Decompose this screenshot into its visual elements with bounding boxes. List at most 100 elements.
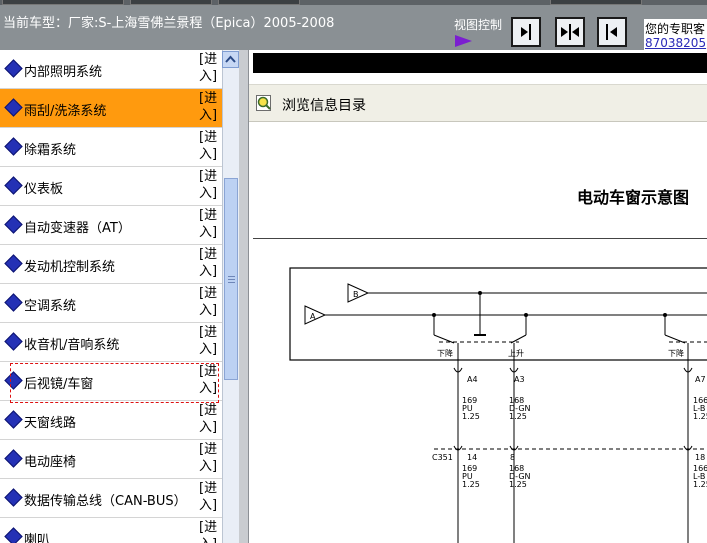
diamond-bullet-icon — [4, 527, 23, 543]
connector-a-label: A — [310, 312, 316, 321]
pin-label: A4 — [467, 375, 478, 384]
power-window-wiring-diagram: B A 下降 上升 下降 A4 A3 A7 169 PU 1.25 168 D-… — [289, 267, 707, 543]
top-header: 当前车型：厂家:S-上海雪佛兰景程（Epica）2005-2008 视图控制 您… — [0, 0, 707, 50]
diamond-bullet-icon — [4, 410, 23, 429]
wire-gauge: 1.25 — [462, 412, 480, 421]
contact-panel: 您的专职客 87038205 — [644, 19, 707, 50]
sidebar-item-label: 空调系统 — [24, 299, 77, 314]
sidebar-item[interactable]: 自动变速器（AT） [进 入] — [0, 206, 222, 245]
scroll-thumb[interactable] — [224, 178, 238, 380]
wire-gauge: 1.25 — [693, 480, 707, 489]
title-divider — [253, 238, 707, 239]
diamond-bullet-icon — [4, 488, 23, 507]
enter-link[interactable]: [进 入] — [199, 90, 219, 124]
sidebar-item[interactable]: 除霜系统 [进 入] — [0, 128, 222, 167]
diamond-bullet-icon — [4, 176, 23, 195]
wire-gauge: 1.25 — [509, 480, 527, 489]
sidebar-item[interactable]: 电动座椅 [进 入] — [0, 440, 222, 479]
scroll-grip-line — [228, 279, 235, 280]
sidebar-item-label: 数据传输总线（CAN-BUS） — [24, 494, 187, 509]
switch-module-outline — [289, 267, 707, 361]
wire-gauge: 1.25 — [462, 480, 480, 489]
system-list-panel: 内部照明系统 [进 入] 雨刮/洗涤系统 [进 入] 除霜系统 [进 入] 仪表板 [进 入]… — [0, 50, 223, 543]
diamond-bullet-icon — [4, 293, 23, 312]
sidebar-item-label: 雨刮/洗涤系统 — [24, 104, 107, 119]
expand-right-view-button[interactable] — [511, 17, 541, 47]
diamond-bullet-icon — [4, 59, 23, 78]
split-view-button[interactable] — [555, 17, 585, 47]
scroll-grip-line — [228, 282, 235, 283]
top-toolbar-strip — [0, 0, 707, 5]
enter-link[interactable]: [进 入] — [199, 168, 219, 202]
sidebar-item[interactable]: 发动机控制系统 [进 入] — [0, 245, 222, 284]
wire-gauge: 1.25 — [509, 412, 527, 421]
sidebar-item-label: 电动座椅 — [24, 455, 77, 470]
contact-phone-link[interactable]: 87038205 — [645, 36, 706, 50]
sidebar-item-label: 仪表板 — [24, 182, 64, 197]
sidebar-item-label: 内部照明系统 — [24, 65, 103, 80]
enter-link[interactable]: [进 入] — [199, 51, 219, 85]
switch-down-label: 下降 — [437, 348, 453, 358]
down-switch-contact — [433, 334, 455, 344]
sidebar-item-label: 收音机/音响系统 — [24, 338, 120, 353]
view-control-label: 视图控制 — [454, 18, 503, 32]
chevron-up-icon — [225, 55, 236, 63]
scroll-grip-line — [228, 276, 235, 277]
sidebar-item[interactable]: 天窗线路 [进 入] — [0, 401, 222, 440]
diamond-bullet-icon — [4, 137, 23, 156]
current-car-title: 当前车型：厂家:S-上海雪佛兰景程（Epica）2005-2008 — [3, 16, 335, 31]
diamond-bullet-icon — [4, 98, 23, 117]
diagram-title: 电动车窗示意图 — [577, 188, 690, 207]
sidebar-item-label: 天窗线路 — [24, 416, 77, 431]
focus-outline — [10, 363, 219, 403]
sidebar-item[interactable]: 仪表板 [进 入] — [0, 167, 222, 206]
toolbar-tab[interactable] — [130, 0, 212, 5]
pin-label: 14 — [467, 453, 477, 462]
connector-c351-label: C351 — [432, 453, 453, 462]
pin-label: 8 — [510, 453, 515, 462]
sidebar-item-label: 除霜系统 — [24, 143, 77, 158]
pin-label: 18 — [695, 453, 705, 462]
toolbar-tab[interactable] — [550, 0, 642, 5]
scroll-up-button[interactable] — [222, 51, 239, 68]
sidebar-item[interactable]: 雨刮/洗涤系统 [进 入] — [0, 89, 222, 128]
wire-gauge: 1.25 — [693, 412, 707, 421]
split-arrows-icon — [561, 24, 579, 40]
magnifier-document-icon[interactable] — [256, 95, 272, 111]
sidebar-item[interactable]: 喇叭 [进 入] — [0, 518, 222, 543]
sidebar-item[interactable]: 后视镜/车窗 [进 入] — [0, 362, 222, 403]
pin-label: A3 — [514, 375, 525, 384]
toolbar-tab[interactable] — [2, 0, 124, 5]
sidebar-item[interactable]: 数据传输总线（CAN-BUS） [进 入] — [0, 479, 222, 518]
connector-b-label: B — [353, 290, 359, 299]
toolbar-tab[interactable] — [218, 0, 300, 5]
enter-link[interactable]: [进 入] — [199, 324, 219, 358]
enter-link[interactable]: [进 入] — [199, 246, 219, 280]
enter-link[interactable]: [进 入] — [199, 519, 219, 543]
play-arrow-icon — [455, 35, 472, 47]
expand-left-view-button[interactable] — [597, 17, 627, 47]
enter-link[interactable]: [进 入] — [199, 285, 219, 319]
enter-link[interactable]: [进 入] — [199, 441, 219, 475]
pin-label: A7 — [695, 375, 706, 384]
switch-down-label: 下降 — [668, 348, 684, 358]
sidebar-item[interactable]: 收音机/音响系统 [进 入] — [0, 323, 222, 362]
enter-link[interactable]: [进 入] — [199, 207, 219, 241]
content-title-bar — [253, 53, 707, 73]
switch-up-label: 上升 — [508, 349, 524, 358]
diamond-bullet-icon — [4, 449, 23, 468]
enter-link[interactable]: [进 入] — [199, 480, 219, 514]
arrow-right-bar-icon — [521, 24, 531, 40]
arrow-left-bar-icon — [606, 24, 617, 40]
browse-catalog-label[interactable]: 浏览信息目录 — [282, 95, 366, 115]
enter-link[interactable]: [进 入] — [199, 129, 219, 163]
panel-splitter[interactable] — [239, 50, 249, 543]
diamond-bullet-icon — [4, 215, 23, 234]
sidebar-item[interactable]: 空调系统 [进 入] — [0, 284, 222, 323]
diamond-bullet-icon — [4, 332, 23, 351]
enter-link[interactable]: [进 入] — [199, 402, 219, 436]
sidebar-item[interactable]: 内部照明系统 [进 入] — [0, 50, 222, 89]
sidebar-item-label: 自动变速器（AT） — [24, 221, 131, 236]
contact-label: 您的专职客 — [645, 22, 706, 36]
down-switch-contact — [664, 334, 686, 344]
